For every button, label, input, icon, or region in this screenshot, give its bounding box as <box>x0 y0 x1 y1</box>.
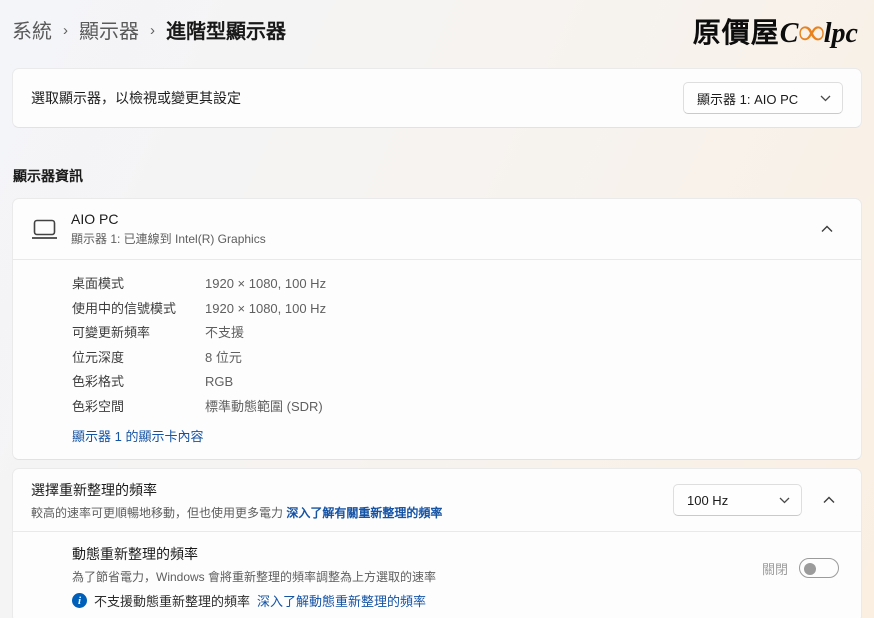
coolpc-logo: 原價屋C∞lpc <box>693 13 862 54</box>
refresh-rate-dropdown[interactable]: 100 Hz <box>673 484 802 516</box>
display-select-value: 顯示器 1: AIO PC <box>697 89 798 108</box>
detail-label: 桌面模式 <box>72 272 205 297</box>
detail-label: 可變更新頻率 <box>72 321 205 346</box>
display-adapter-properties-link[interactable]: 顯示器 1 的顯示卡內容 <box>72 426 203 445</box>
logo-infinity-icon: ∞ <box>798 12 823 53</box>
breadcrumb-separator-icon: › <box>63 20 68 39</box>
dynamic-refresh-rate-toggle-wrap: 關閉 <box>762 558 839 578</box>
detail-value: 8 位元 <box>205 346 242 371</box>
detail-value: 標準動態範圍 (SDR) <box>205 395 323 420</box>
toggle-state-label: 關閉 <box>762 559 788 578</box>
chevron-down-icon <box>779 497 790 504</box>
display-info-section-title: 顯示器資訊 <box>13 166 862 186</box>
info-icon: i <box>72 593 87 608</box>
dynamic-refresh-rate-info-row: i 不支援動態重新整理的頻率 深入了解動態重新整理的頻率 <box>72 591 762 610</box>
device-text: AIO PC 顯示器 1: 已連線到 Intel(R) Graphics <box>71 211 817 247</box>
device-name: AIO PC <box>71 211 817 227</box>
chevron-up-icon <box>823 496 835 504</box>
display-details: 桌面模式 1920 × 1080, 100 Hz 使用中的信號模式 1920 ×… <box>13 260 861 459</box>
logo-chinese-text: 原價屋 <box>693 18 780 49</box>
detail-value: 1920 × 1080, 100 Hz <box>205 272 326 297</box>
refresh-rate-header: 選擇重新整理的頻率 較高的速率可更順暢地移動，但也使用更多電力 深入了解有關重新… <box>13 469 861 531</box>
refresh-rate-title: 選擇重新整理的頻率 <box>31 480 673 500</box>
chevron-up-icon <box>821 225 833 233</box>
refresh-rate-value: 100 Hz <box>687 493 728 508</box>
breadcrumb-display[interactable]: 顯示器 <box>79 15 139 44</box>
dynamic-refresh-rate-text: 動態重新整理的頻率 為了節省電力，Windows 會將重新整理的頻率調整為上方選… <box>72 542 762 610</box>
refresh-rate-learn-more-link[interactable]: 深入了解有關重新整理的頻率 <box>286 506 442 520</box>
refresh-rate-subtitle: 較高的速率可更順暢地移動，但也使用更多電力 深入了解有關重新整理的頻率 <box>31 504 673 521</box>
detail-label: 位元深度 <box>72 346 205 371</box>
detail-label: 使用中的信號模式 <box>72 297 205 322</box>
logo-lpc: lpc <box>824 18 858 49</box>
logo-c: C <box>780 18 799 49</box>
detail-row-signal-mode: 使用中的信號模式 1920 × 1080, 100 Hz <box>72 297 837 322</box>
detail-row-bit-depth: 位元深度 8 位元 <box>72 346 837 371</box>
toggle-knob <box>804 563 816 575</box>
detail-row-color-format: 色彩格式 RGB <box>72 370 837 395</box>
refresh-rate-text: 選擇重新整理的頻率 較高的速率可更順暢地移動，但也使用更多電力 深入了解有關重新… <box>31 480 673 521</box>
detail-row-desktop-mode: 桌面模式 1920 × 1080, 100 Hz <box>72 272 837 297</box>
dynamic-refresh-rate-unsupported-text: 不支援動態重新整理的頻率 <box>94 591 250 610</box>
display-select-dropdown[interactable]: 顯示器 1: AIO PC <box>683 82 843 114</box>
display-info-expander-header[interactable]: AIO PC 顯示器 1: 已連線到 Intel(R) Graphics <box>13 199 861 259</box>
breadcrumb: 系統 › 顯示器 › 進階型顯示器 <box>12 13 286 44</box>
top-bar: 系統 › 顯示器 › 進階型顯示器 原價屋C∞lpc <box>12 0 862 55</box>
detail-value: RGB <box>205 370 233 395</box>
refresh-rate-controls: 100 Hz <box>673 484 839 516</box>
dynamic-refresh-rate-toggle[interactable] <box>799 558 839 578</box>
collapse-expander-button[interactable] <box>817 221 837 237</box>
dynamic-refresh-rate-subtitle: 為了節省電力，Windows 會將重新整理的頻率調整為上方選取的速率 <box>72 568 762 585</box>
collapse-refresh-rate-button[interactable] <box>819 492 839 508</box>
detail-value: 1920 × 1080, 100 Hz <box>205 297 326 322</box>
monitor-icon <box>31 218 71 241</box>
device-status: 顯示器 1: 已連線到 Intel(R) Graphics <box>71 230 817 247</box>
detail-value: 不支援 <box>205 321 244 346</box>
detail-label: 色彩空間 <box>72 395 205 420</box>
display-info-card: AIO PC 顯示器 1: 已連線到 Intel(R) Graphics 桌面模… <box>12 198 862 460</box>
refresh-rate-subtitle-text: 較高的速率可更順暢地移動，但也使用更多電力 <box>31 506 283 520</box>
breadcrumb-system[interactable]: 系統 <box>12 15 52 44</box>
select-display-card: 選取顯示器，以檢視或變更其設定 顯示器 1: AIO PC <box>12 68 862 128</box>
refresh-rate-card: 選擇重新整理的頻率 較高的速率可更順暢地移動，但也使用更多電力 深入了解有關重新… <box>12 468 862 618</box>
advanced-display-page: 系統 › 顯示器 › 進階型顯示器 原價屋C∞lpc 選取顯示器，以檢視或變更其… <box>0 0 874 618</box>
detail-row-vrr: 可變更新頻率 不支援 <box>72 321 837 346</box>
dynamic-refresh-rate-learn-more-link[interactable]: 深入了解動態重新整理的頻率 <box>257 591 426 610</box>
detail-row-color-space: 色彩空間 標準動態範圍 (SDR) <box>72 395 837 420</box>
dynamic-refresh-rate-row: 動態重新整理的頻率 為了節省電力，Windows 會將重新整理的頻率調整為上方選… <box>13 532 861 618</box>
page-title: 進階型顯示器 <box>166 15 286 44</box>
dynamic-refresh-rate-title: 動態重新整理的頻率 <box>72 544 762 564</box>
detail-label: 色彩格式 <box>72 370 205 395</box>
select-display-label: 選取顯示器，以檢視或變更其設定 <box>31 88 241 108</box>
breadcrumb-separator-icon: › <box>150 20 155 39</box>
chevron-down-icon <box>820 95 831 102</box>
